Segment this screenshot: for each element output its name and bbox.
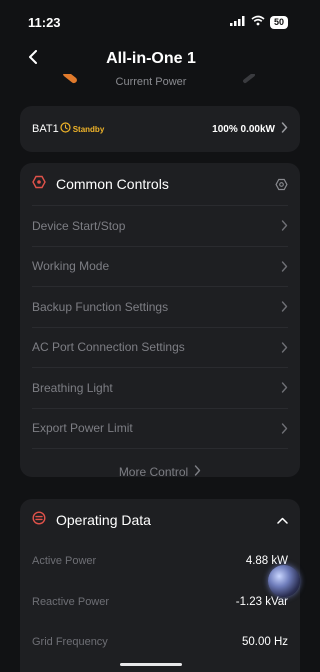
menu-item-label: AC Port Connection Settings	[32, 340, 185, 355]
menu-item-working-mode[interactable]: Working Mode	[32, 245, 288, 287]
battery-icon: 50	[269, 15, 288, 29]
clock-icon	[60, 120, 71, 138]
power-dial: Current Power	[0, 74, 302, 98]
back-button[interactable]	[20, 46, 46, 72]
common-controls-header: Common Controls	[20, 163, 300, 205]
chevron-right-icon	[281, 382, 288, 393]
menu-item-ac-port-connection-settings[interactable]: AC Port Connection Settings	[32, 326, 288, 368]
menu-item-breathing-light[interactable]: Breathing Light	[32, 367, 288, 408]
wifi-icon	[251, 13, 265, 31]
battery-value: 100% 0.00kW	[212, 123, 275, 135]
standby-label: Standby	[72, 124, 105, 134]
data-label: Grid Frequency	[32, 636, 108, 649]
operating-data-title: Operating Data	[56, 512, 151, 528]
data-value: -1.23 kVar	[235, 595, 288, 608]
menu-item-backup-function-settings[interactable]: Backup Function Settings	[32, 286, 288, 327]
chevron-right-icon	[281, 301, 288, 312]
data-label: Reactive Power	[32, 595, 110, 608]
menu-item-label: Export Power Limit	[32, 421, 133, 436]
page-title: All-in-One 1	[106, 50, 196, 67]
battery-name: BAT1	[32, 123, 59, 135]
operating-data-icon	[32, 510, 46, 530]
status-bar: 11:23 50	[0, 0, 302, 44]
menu-item-device-start-stop[interactable]: Device Start/Stop	[32, 205, 288, 246]
more-control-button[interactable]: More Control	[32, 448, 288, 494]
chevron-right-icon	[281, 423, 288, 434]
data-label: Active Power	[32, 555, 97, 568]
chevron-right-icon	[281, 220, 288, 231]
data-row-active-power: Active Power 4.88 kW	[32, 541, 288, 582]
assistant-bubble-icon[interactable]	[268, 565, 300, 597]
chevron-left-icon	[28, 49, 38, 69]
data-value: 50.00 Hz	[241, 636, 288, 649]
menu-item-label: Device Start/Stop	[32, 218, 126, 233]
chevron-right-icon	[281, 120, 288, 138]
data-row-reactive-power: Reactive Power -1.23 kVar	[32, 582, 288, 623]
menu-item-label: Working Mode	[32, 259, 110, 274]
operating-data-card: Operating Data Active Power 4.88 kW Reac…	[20, 499, 300, 672]
common-controls-card: Common Controls Device Start/Stop Workin…	[20, 163, 300, 479]
battery-summary: 100% 0.00kW	[212, 120, 288, 138]
settings-icon[interactable]	[275, 178, 288, 191]
current-power-label: Current Power	[115, 76, 187, 88]
chevron-right-icon	[281, 342, 288, 353]
battery-status: Standby	[60, 120, 105, 138]
menu-item-export-power-limit[interactable]: Export Power Limit	[32, 407, 288, 449]
nav-bar: All-in-One 1	[0, 44, 302, 74]
menu-item-label: Backup Function Settings	[32, 299, 169, 314]
home-indicator[interactable]	[120, 663, 182, 666]
chevron-right-icon	[281, 261, 288, 272]
common-controls-title: Common Controls	[56, 176, 169, 192]
battery-card[interactable]: BAT1 Standby 100% 0.00kW	[20, 106, 300, 152]
chevron-up-icon[interactable]	[277, 517, 288, 524]
menu-item-label: Breathing Light	[32, 380, 113, 395]
status-icons: 50	[229, 13, 288, 31]
signal-icon	[229, 13, 246, 31]
operating-data-header[interactable]: Operating Data	[20, 499, 300, 541]
chevron-right-icon	[194, 463, 201, 481]
data-row-grid-frequency: Grid Frequency 50.00 Hz	[32, 622, 288, 663]
more-control-label: More Control	[118, 464, 189, 479]
status-time: 11:23	[28, 14, 61, 30]
hexagon-icon	[32, 175, 46, 194]
